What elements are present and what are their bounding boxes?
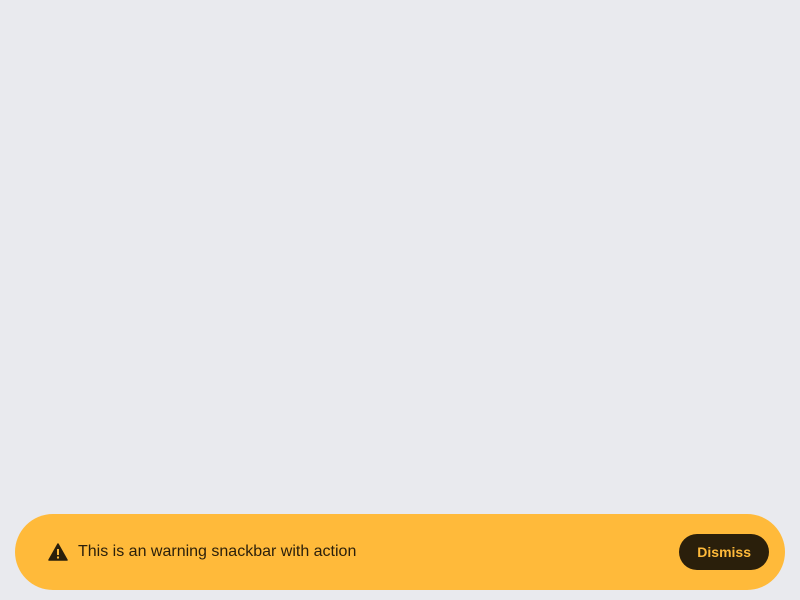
page: This is an warning snackbar with action … bbox=[0, 0, 800, 600]
snackbar-message: This is an warning snackbar with action bbox=[78, 543, 357, 560]
warning-icon bbox=[47, 542, 69, 562]
warning-snackbar: This is an warning snackbar with action … bbox=[15, 514, 785, 590]
dismiss-button[interactable]: Dismiss bbox=[679, 534, 769, 570]
